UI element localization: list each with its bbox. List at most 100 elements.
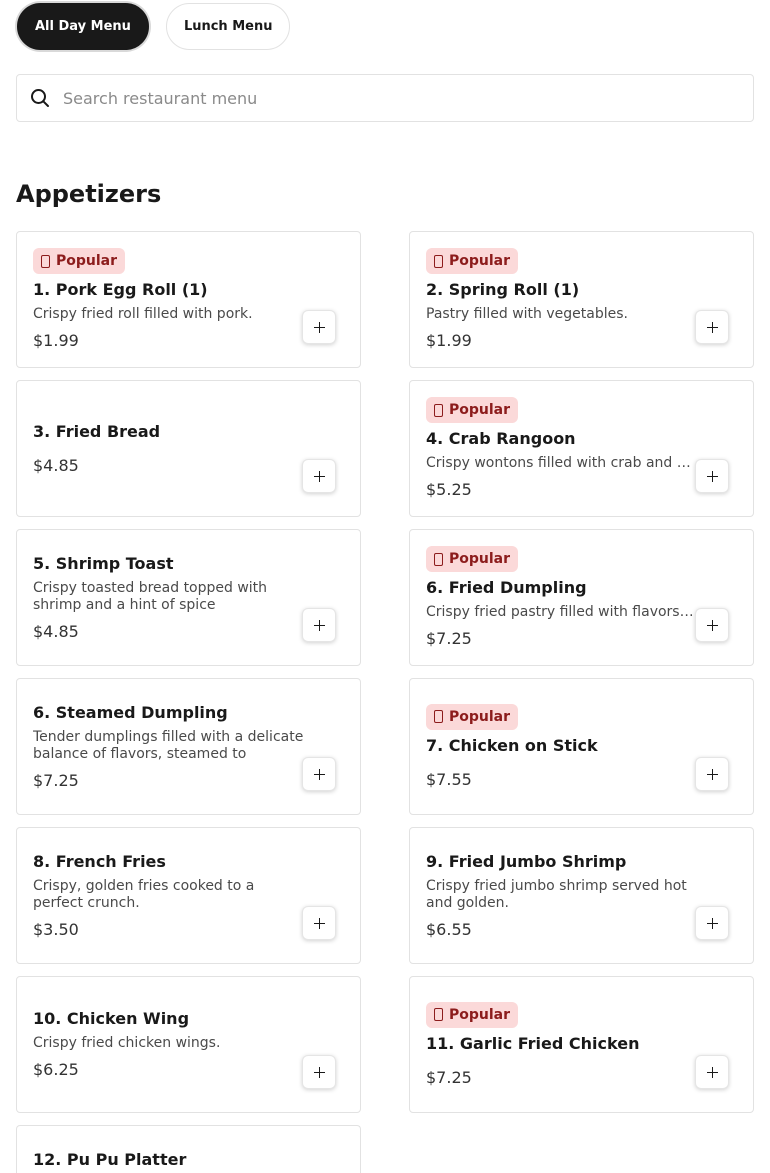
plus-icon: [313, 470, 325, 482]
menu-item-body: 3. Fried Bread $4.85: [33, 381, 344, 516]
menu-item-name: 8. French Fries: [33, 851, 166, 871]
menu-item-card[interactable]: 3. Fried Bread $4.85: [16, 380, 361, 517]
add-item-button[interactable]: [302, 757, 336, 791]
menu-item-card[interactable]: Popular 7. Chicken on Stick $7.55: [409, 678, 754, 815]
menu-item-body: Popular 2. Spring Roll (1) Pastry filled w…: [426, 232, 737, 367]
menu-item-description: Crispy fried jumbo shrimp served hot and…: [426, 877, 687, 911]
add-item-button[interactable]: [695, 757, 729, 791]
menu-item-price: $4.85: [33, 455, 79, 475]
menu-item-price: $7.25: [426, 1067, 472, 1087]
plus-icon: [313, 768, 325, 780]
menu-item-body: Popular 4. Crab Rangoon Crispy wontons fil…: [426, 381, 737, 516]
menu-item-body: 8. French Fries Crispy, golden fries cook…: [33, 828, 344, 963]
menu-item-name: 5. Shrimp Toast: [33, 553, 174, 573]
plus-icon: [706, 1066, 718, 1078]
menu-item-card[interactable]: Popular 4. Crab Rangoon Crispy wontons fil…: [409, 380, 754, 517]
menu-item-body: Popular 6. Fried Dumpling Crispy fried pas…: [426, 530, 737, 665]
menu-item-name: 6. Fried Dumpling: [426, 578, 587, 597]
menu-item-name: 12. Pu Pu Platter: [33, 1150, 187, 1169]
menu-item-description: Crispy wontons filled with crab and crea…: [426, 455, 737, 471]
menu-item-name: 2. Spring Roll (1): [426, 280, 580, 299]
add-item-button[interactable]: [695, 1055, 729, 1089]
popular-badge: Popular: [426, 703, 519, 730]
add-item-button[interactable]: [302, 459, 336, 493]
menu-item-description: Crispy fried pastry filled with flavors,…: [426, 604, 737, 620]
menu-item-price: $7.25: [33, 770, 79, 790]
menu-item-card[interactable]: Popular 11. Garlic Fried Chicken $7.25: [409, 976, 754, 1113]
menu-item-card[interactable]: Popular 1. Pork Egg Roll (1) Crispy fried …: [16, 231, 361, 368]
menu-item-card[interactable]: 6. Steamed Dumpling Tender dumplings fill…: [16, 678, 361, 815]
popular-badge-label: Popular: [449, 253, 511, 269]
tab-lunch-menu[interactable]: Lunch Menu: [165, 3, 291, 50]
menu-item-name: 3. Fried Bread: [33, 421, 161, 441]
add-item-button[interactable]: [695, 608, 729, 642]
menu-item-body: 9. Fried Jumbo Shrimp Crispy fried jumbo …: [426, 828, 737, 963]
menu-item-name: 11. Garlic Fried Chicken: [426, 1033, 640, 1053]
section-title: Appetizers: [16, 180, 162, 208]
popular-badge-label: Popular: [449, 551, 511, 567]
menu-item-card[interactable]: 12. Pu Pu Platter: [16, 1125, 361, 1173]
plus-icon: [313, 619, 325, 631]
plus-icon: [313, 917, 325, 929]
menu-item-price: $3.50: [33, 919, 79, 939]
search-icon: [17, 75, 63, 121]
popular-badge-label: Popular: [449, 708, 511, 725]
popular-badge: Popular: [33, 248, 126, 274]
menu-item-body: Popular 7. Chicken on Stick $7.55: [426, 679, 737, 814]
menu-item-price: $1.99: [33, 331, 79, 350]
tab-all-day-menu[interactable]: All Day Menu: [17, 3, 149, 50]
popular-icon: [434, 710, 443, 723]
menu-item-price: $7.25: [426, 629, 472, 648]
menu-item-name: 10. Chicken Wing: [33, 1009, 190, 1028]
menu-item-body: 6. Steamed Dumpling Tender dumplings fill…: [33, 679, 344, 814]
menu-item-description: Crispy toasted bread topped with shrimp …: [33, 579, 268, 613]
add-item-button[interactable]: [695, 459, 729, 493]
plus-icon: [706, 321, 718, 333]
add-item-button[interactable]: [302, 906, 336, 940]
menu-item-card[interactable]: Popular 6. Fried Dumpling Crispy fried pas…: [409, 529, 754, 666]
menu-item-card[interactable]: 8. French Fries Crispy, golden fries cook…: [16, 827, 361, 964]
popular-badge-label: Popular: [449, 1006, 511, 1023]
menu-item-price: $6.55: [426, 919, 472, 939]
popular-badge: Popular: [426, 1001, 519, 1028]
plus-icon: [706, 470, 718, 482]
add-item-button[interactable]: [695, 906, 729, 940]
add-item-button[interactable]: [302, 1055, 336, 1089]
menu-item-body: Popular 11. Garlic Fried Chicken $7.25: [426, 977, 737, 1112]
popular-icon: [434, 254, 443, 268]
menu-item-card[interactable]: 10. Chicken Wing Crispy fried chicken win…: [16, 976, 361, 1113]
menu-item-description: Crispy fried roll filled with pork.: [33, 306, 253, 322]
menu-item-name: 7. Chicken on Stick: [426, 735, 598, 755]
search-input[interactable]: [63, 76, 753, 120]
menu-item-card[interactable]: 9. Fried Jumbo Shrimp Crispy fried jumbo …: [409, 827, 754, 964]
add-item-button[interactable]: [695, 310, 729, 344]
plus-icon: [706, 917, 718, 929]
plus-icon: [313, 1066, 325, 1078]
popular-icon: [41, 254, 50, 268]
menu-item-name: 4. Crab Rangoon: [426, 429, 576, 448]
menu-item-name: 6. Steamed Dumpling: [33, 702, 228, 722]
popular-badge: Popular: [426, 397, 519, 423]
plus-icon: [313, 321, 325, 333]
menu-item-description: Crispy, golden fries cooked to a perfect…: [33, 877, 255, 911]
menu-item-description: Crispy fried chicken wings.: [33, 1035, 221, 1051]
menu-item-price: $6.25: [33, 1060, 79, 1079]
menu-item-price: $1.99: [426, 331, 472, 350]
menu-item-body: 12. Pu Pu Platter: [33, 1150, 344, 1173]
menu-item-body: Popular 1. Pork Egg Roll (1) Crispy fried …: [33, 232, 344, 367]
menu-tabs: All Day Menu Lunch Menu: [17, 3, 291, 50]
menu-grid: Popular 1. Pork Egg Roll (1) Crispy fried …: [16, 231, 754, 1173]
popular-icon: [434, 552, 443, 566]
menu-item-card[interactable]: Popular 2. Spring Roll (1) Pastry filled w…: [409, 231, 754, 368]
menu-item-price: $4.85: [33, 621, 79, 641]
popular-badge: Popular: [426, 248, 519, 274]
popular-icon: [434, 403, 443, 417]
popular-badge-label: Popular: [56, 253, 118, 269]
menu-item-description: Tender dumplings filled with a delicate …: [33, 728, 304, 762]
add-item-button[interactable]: [302, 608, 336, 642]
menu-item-price: $7.55: [426, 769, 472, 789]
add-item-button[interactable]: [302, 310, 336, 344]
menu-item-card[interactable]: 5. Shrimp Toast Crispy toasted bread topp…: [16, 529, 361, 666]
menu-item-body: 5. Shrimp Toast Crispy toasted bread topp…: [33, 530, 344, 665]
menu-item-price: $5.25: [426, 480, 472, 499]
